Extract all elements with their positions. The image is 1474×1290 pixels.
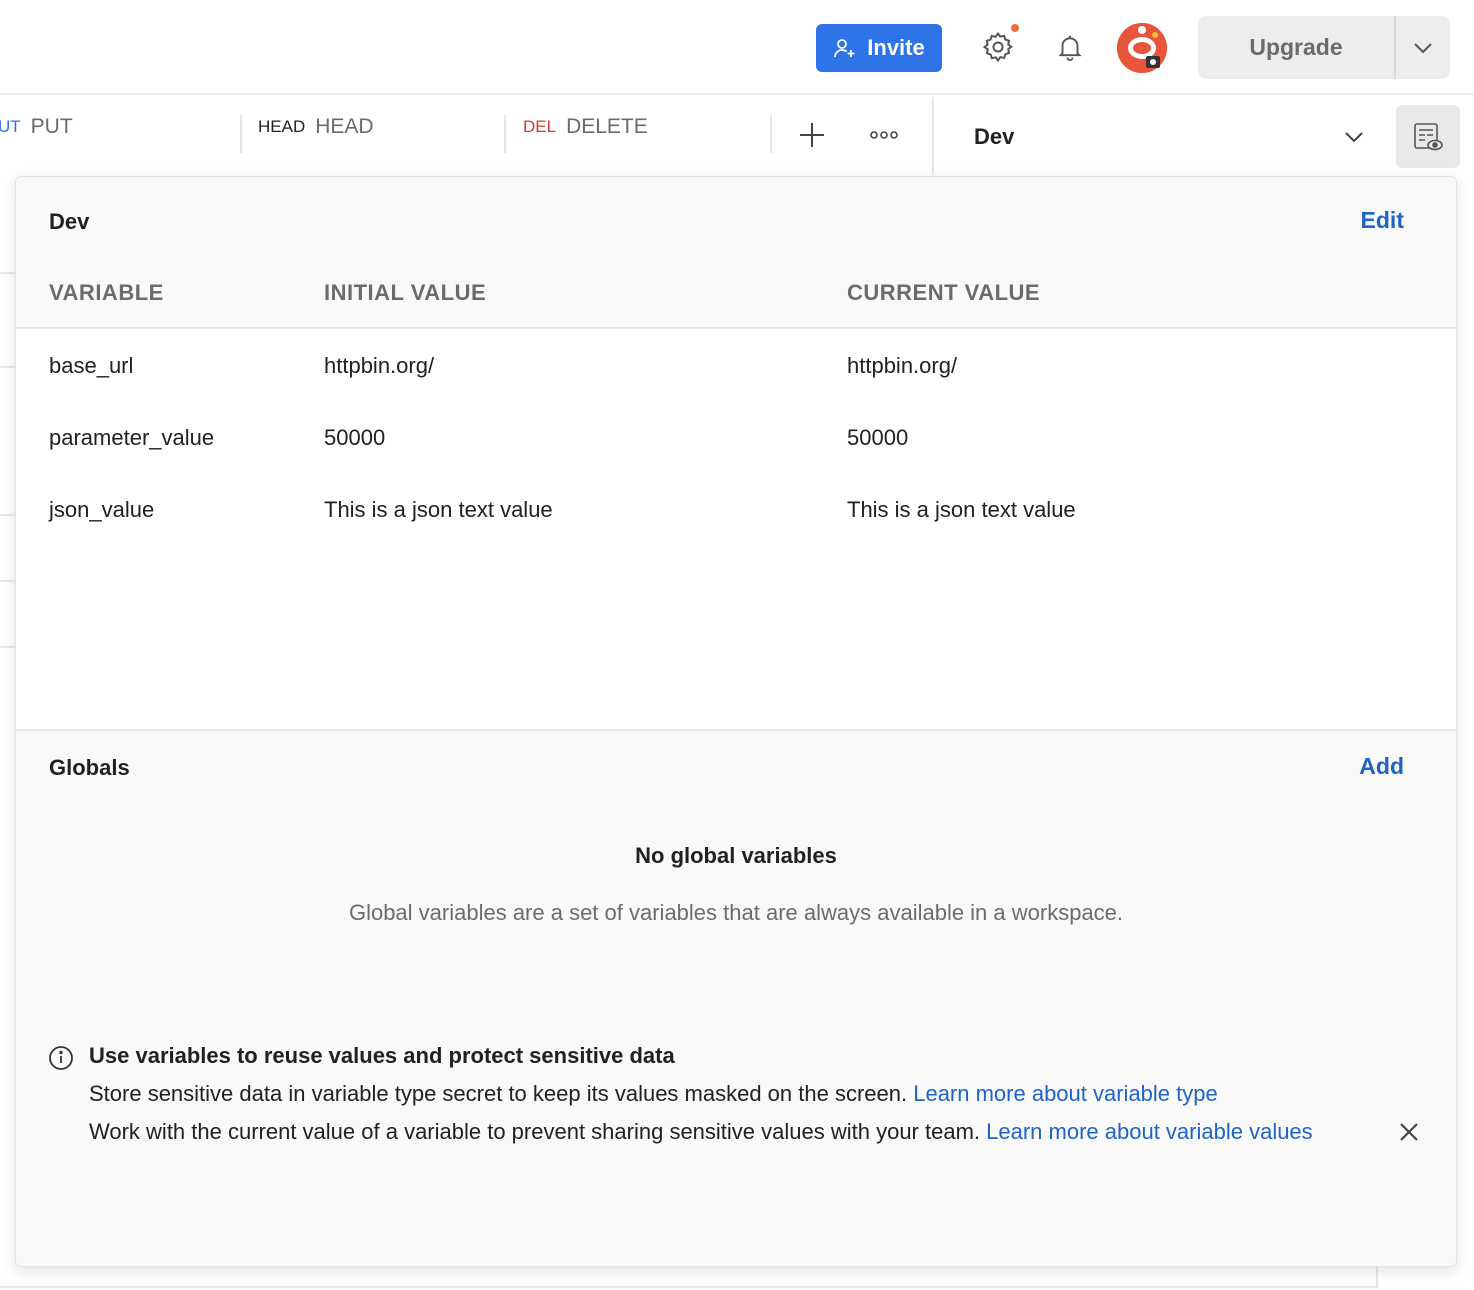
tab-name: PUT — [30, 115, 73, 138]
initial-value: httpbin.org/ — [324, 353, 435, 378]
environment-header: Dev Edit VARIABLE INITIAL VALUE CURRENT … — [16, 177, 1456, 329]
new-tab-button[interactable] — [792, 115, 832, 155]
globals-title: Globals — [49, 755, 130, 780]
tab-delete[interactable]: DEL DELETE — [523, 97, 648, 157]
column-header-initial-value: INITIAL VALUE — [324, 280, 487, 305]
variable-name: base_url — [49, 353, 134, 378]
info-line-1: Store sensitive data in variable type se… — [89, 1075, 1389, 1113]
invite-label: Invite — [867, 35, 925, 60]
edit-environment-link[interactable]: Edit — [1361, 207, 1404, 234]
info-icon — [49, 1046, 73, 1070]
tab-method: UT — [0, 117, 21, 136]
bg-divider — [1376, 1266, 1378, 1288]
avatar[interactable] — [1117, 23, 1167, 73]
info-line-2: Work with the current value of a variabl… — [89, 1113, 1389, 1151]
tab-put[interactable]: UT PUT — [0, 97, 73, 157]
table-row: base_url httpbin.org/ httpbin.org/ — [16, 353, 1456, 425]
notification-dot — [1009, 22, 1021, 34]
tab-divider — [770, 115, 772, 153]
current-value: 50000 — [847, 425, 909, 450]
bg-divider — [0, 272, 15, 274]
environment-section: Dev Edit VARIABLE INITIAL VALUE CURRENT … — [16, 177, 1456, 731]
request-tabs: UT PUT HEAD HEAD DEL DELETE — [0, 97, 932, 175]
column-header-variable: VARIABLE — [49, 280, 164, 305]
info-banner: Use variables to reuse values and protec… — [89, 1037, 1389, 1151]
column-header-current-value: CURRENT VALUE — [847, 280, 1041, 305]
chevron-down-icon — [1345, 132, 1363, 143]
tab-divider — [240, 115, 242, 153]
bg-divider — [0, 646, 15, 648]
table-row: parameter_value 50000 50000 — [16, 425, 1456, 497]
initial-value: 50000 — [324, 425, 386, 450]
bg-divider — [0, 366, 15, 368]
notifications-button[interactable] — [1047, 24, 1093, 70]
variable-name: parameter_value — [49, 425, 215, 450]
add-global-link[interactable]: Add — [1359, 753, 1404, 780]
initial-value: This is a json text value — [324, 497, 553, 522]
more-horizontal-icon — [870, 131, 898, 139]
tab-method: DEL — [523, 117, 557, 136]
eye-table-icon — [1414, 122, 1443, 150]
table-row: json_value This is a json text value Thi… — [16, 497, 1456, 569]
tab-head[interactable]: HEAD HEAD — [258, 97, 374, 157]
environment-bar: Dev — [932, 97, 1474, 175]
add-user-icon — [834, 39, 855, 58]
bg-divider — [0, 514, 15, 516]
upgrade-dropdown[interactable] — [1396, 16, 1450, 79]
empty-state-description: Global variables are a set of variables … — [348, 900, 1124, 925]
bg-divider — [0, 1286, 1378, 1288]
tab-method: HEAD — [258, 117, 306, 136]
tab-name: DELETE — [566, 115, 648, 138]
invite-button[interactable]: Invite — [816, 24, 942, 72]
dismiss-info-button[interactable] — [1394, 1117, 1424, 1147]
learn-more-variable-values-link[interactable]: Learn more about variable values — [986, 1119, 1313, 1144]
top-header: Invite Upgrade — [0, 0, 1474, 95]
upgrade-label[interactable]: Upgrade — [1198, 16, 1396, 79]
tab-name: HEAD — [315, 115, 374, 138]
plus-icon — [800, 123, 824, 147]
bg-divider — [0, 580, 15, 582]
avatar-icon — [1117, 23, 1167, 73]
learn-more-variable-type-link[interactable]: Learn more about variable type — [913, 1081, 1218, 1106]
gear-icon — [982, 31, 1014, 63]
environment-selected: Dev — [974, 124, 1015, 149]
current-value: httpbin.org/ — [847, 353, 958, 378]
more-tabs-button[interactable] — [864, 115, 904, 155]
close-icon — [1400, 1123, 1418, 1141]
environment-selector[interactable]: Dev — [974, 119, 1364, 155]
upgrade-button[interactable]: Upgrade — [1198, 16, 1450, 79]
settings-button[interactable] — [975, 22, 1021, 70]
environment-title: Dev — [49, 209, 90, 234]
info-heading: Use variables to reuse values and protec… — [89, 1043, 675, 1068]
variable-name: json_value — [49, 497, 155, 522]
bell-icon — [1058, 35, 1082, 62]
chevron-down-icon — [1414, 42, 1432, 53]
empty-state-title: No global variables — [635, 843, 837, 868]
current-value: This is a json text value — [847, 497, 1076, 522]
info-text-2: Work with the current value of a variabl… — [89, 1119, 987, 1144]
tab-divider — [504, 115, 506, 153]
environment-quick-look-panel: Dev Edit VARIABLE INITIAL VALUE CURRENT … — [15, 176, 1457, 1267]
environment-quick-look-button[interactable] — [1396, 105, 1460, 168]
info-text-1: Store sensitive data in variable type se… — [89, 1081, 914, 1106]
